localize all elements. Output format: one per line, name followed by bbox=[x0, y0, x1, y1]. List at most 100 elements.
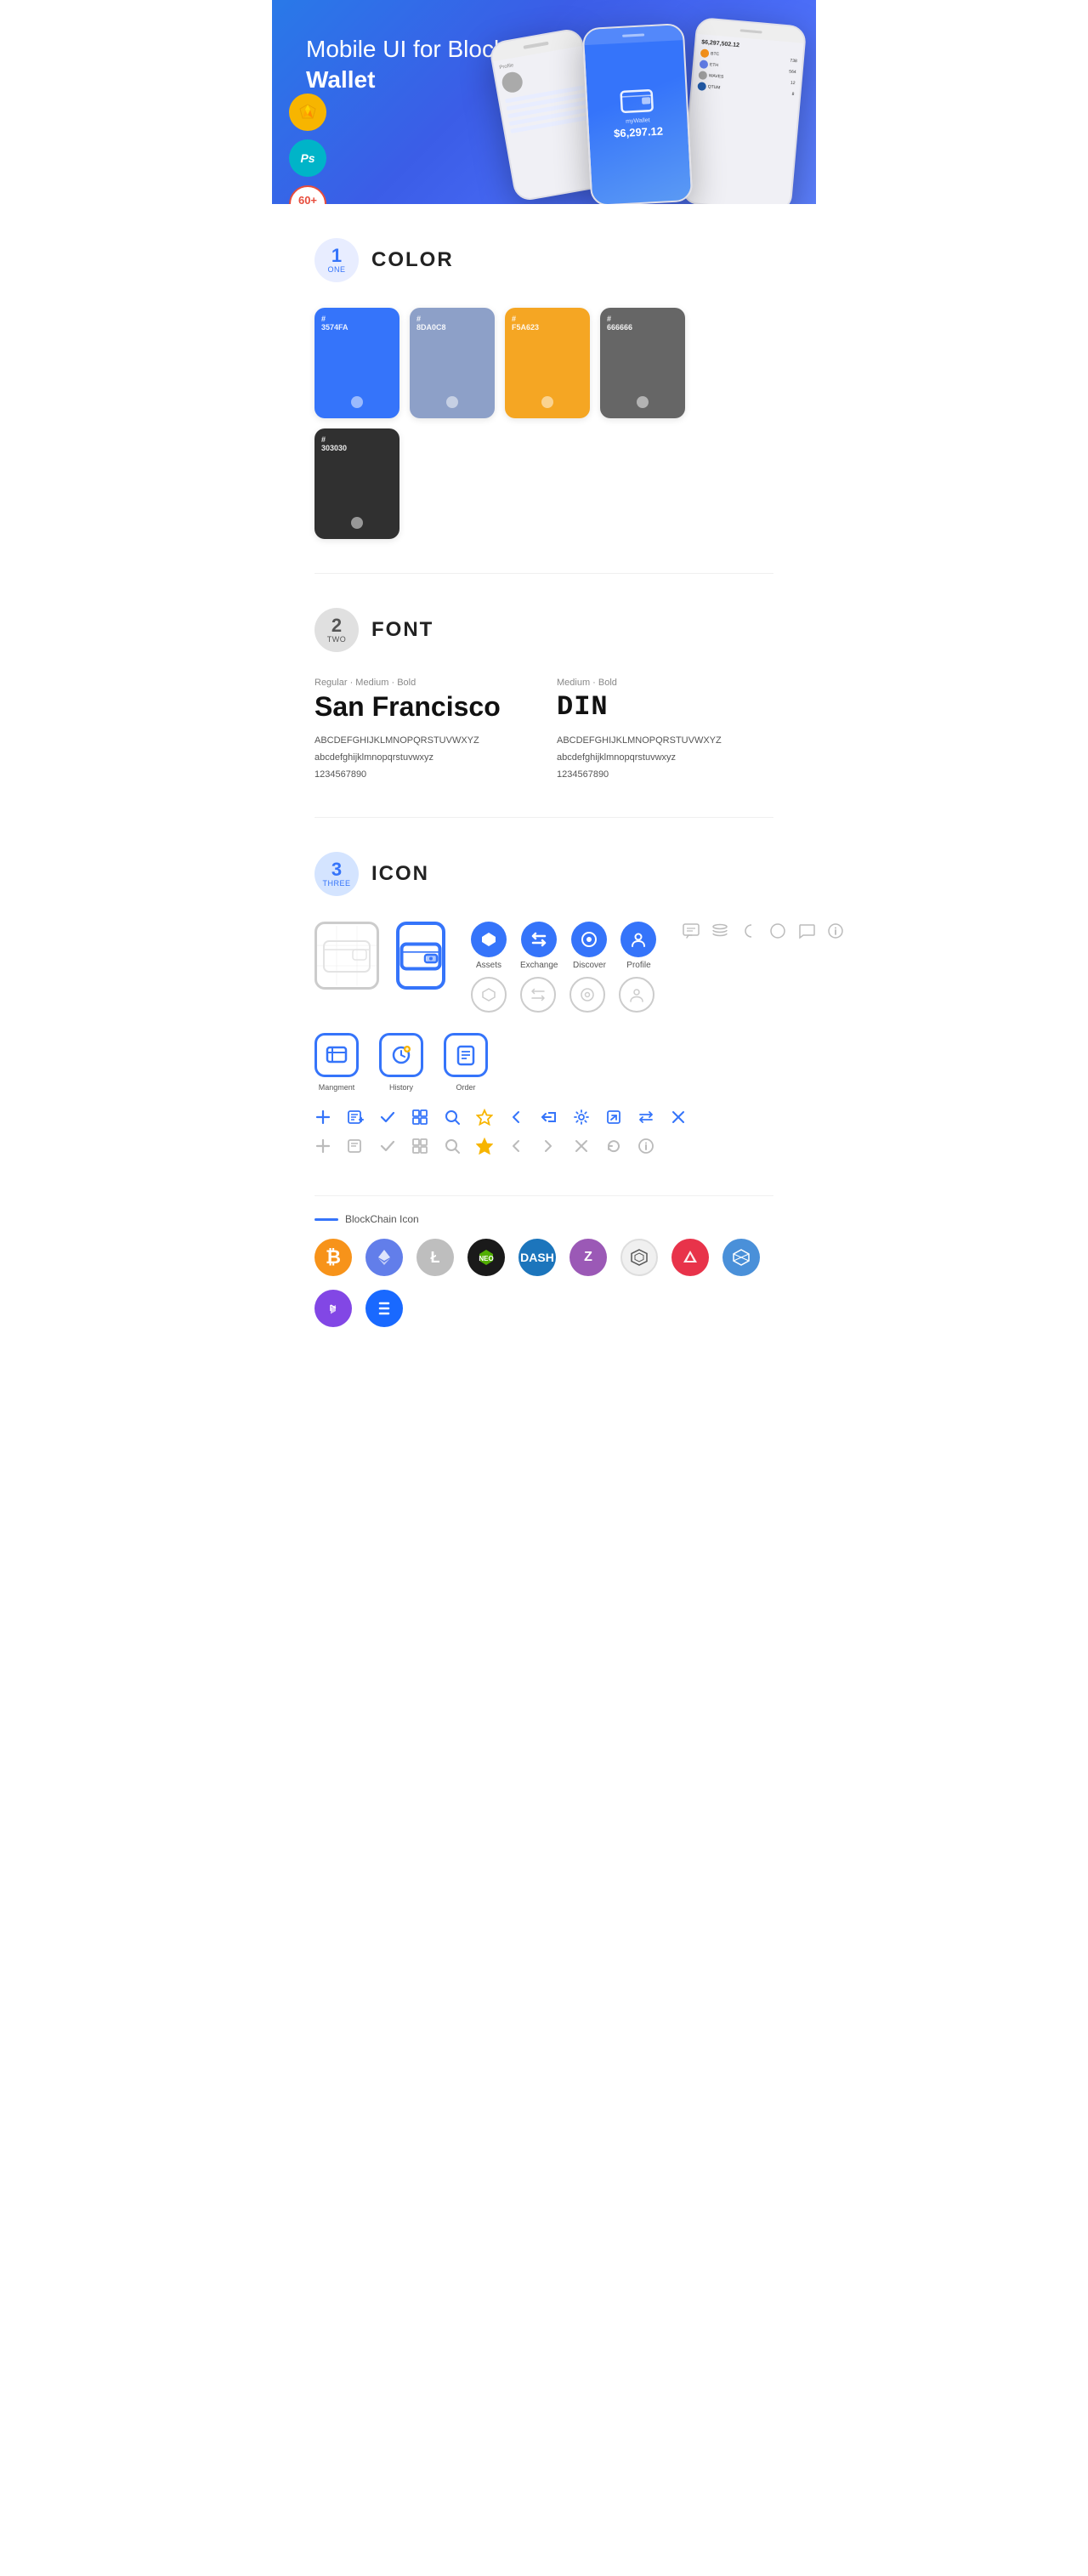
wallet-icon-blue bbox=[396, 922, 445, 990]
screens-badge: 60+ Screens bbox=[289, 185, 326, 204]
crypto-ftm bbox=[366, 1290, 403, 1327]
phone-mockup-2: myWallet $6,297.12 bbox=[582, 23, 694, 204]
swatch-orange: #F5A623 bbox=[505, 308, 590, 418]
hero-section: Mobile UI for Blockchain Wallet UI Kit P… bbox=[272, 0, 816, 204]
font-sf-uppercase: ABCDEFGHIJKLMNOPQRSTUVWXYZ bbox=[314, 733, 531, 750]
font-section-title: FONT bbox=[371, 618, 434, 642]
close-icon bbox=[670, 1109, 687, 1126]
search-icon-gray bbox=[444, 1138, 461, 1155]
font-din: Medium · Bold DIN ABCDEFGHIJKLMNOPQRSTUV… bbox=[557, 678, 774, 783]
tools-row-1 bbox=[314, 1109, 774, 1126]
font-sf-name: San Francisco bbox=[314, 691, 531, 723]
crypto-dash: DASH bbox=[518, 1239, 556, 1276]
swatch-gray-blue: #8DA0C8 bbox=[410, 308, 495, 418]
moon-icon bbox=[740, 922, 758, 940]
blockchain-label: BlockChain Icon bbox=[314, 1213, 774, 1225]
wallet-icon-outline bbox=[314, 922, 379, 990]
ps-badge: Ps bbox=[289, 139, 326, 177]
check-icon bbox=[379, 1109, 396, 1126]
misc-icons-col bbox=[682, 922, 845, 940]
blockchain-label-text: BlockChain Icon bbox=[345, 1213, 419, 1225]
nav-icon-discover: Discover bbox=[571, 922, 607, 970]
font-sf: Regular · Medium · Bold San Francisco AB… bbox=[314, 678, 531, 783]
info-icon bbox=[826, 922, 845, 940]
close-x-gray bbox=[573, 1138, 590, 1155]
refresh-icon-gray bbox=[605, 1138, 622, 1155]
phones-container: Profile bbox=[476, 26, 816, 204]
icon-section: 3 THREE ICON bbox=[272, 818, 816, 1195]
crypto-eth bbox=[366, 1239, 403, 1276]
swatch-dark: #303030 bbox=[314, 428, 400, 539]
search-icon bbox=[444, 1109, 461, 1126]
font-din-name: DIN bbox=[557, 691, 774, 723]
icon-section-title: ICON bbox=[371, 862, 429, 886]
nav-icon-assets-outline bbox=[471, 977, 507, 1013]
export-icon bbox=[605, 1109, 622, 1126]
nav-icon-exchange: Exchange bbox=[520, 922, 558, 970]
font-grid: Regular · Medium · Bold San Francisco AB… bbox=[314, 678, 774, 783]
crypto-zen: Z bbox=[570, 1239, 607, 1276]
section-number-3: 3 THREE bbox=[314, 852, 359, 896]
stack-icon bbox=[711, 922, 729, 940]
nav-icon-profile: Profile bbox=[620, 922, 656, 970]
info-circle-gray bbox=[638, 1138, 654, 1155]
font-din-numbers: 1234567890 bbox=[557, 767, 774, 784]
star-icon-yellow bbox=[476, 1109, 493, 1126]
font-section: 2 TWO FONT Regular · Medium · Bold San F… bbox=[272, 574, 816, 817]
tools-icons-section bbox=[314, 1109, 774, 1155]
font-din-style: Medium · Bold bbox=[557, 678, 774, 688]
swap-icon bbox=[638, 1109, 654, 1126]
color-section-title: COLOR bbox=[371, 248, 454, 272]
icon-main-row: Assets Exchange bbox=[314, 922, 774, 1013]
share-icon bbox=[541, 1109, 558, 1126]
color-section: 1 ONE COLOR #3574FA #8DA0C8 #F5A623 #666… bbox=[272, 204, 816, 573]
section-number-2: 2 TWO bbox=[314, 608, 359, 652]
crypto-btc: ₿ bbox=[314, 1239, 352, 1276]
crypto-matic bbox=[314, 1290, 352, 1327]
app-icon-row: Mangment History bbox=[314, 1033, 774, 1092]
plus-icon bbox=[314, 1109, 332, 1126]
grid-icon-gray bbox=[411, 1138, 428, 1155]
font-din-uppercase: ABCDEFGHIJKLMNOPQRSTUVWXYZ bbox=[557, 733, 774, 750]
nav-icon-assets: Assets bbox=[471, 922, 507, 970]
blockchain-line bbox=[314, 1218, 338, 1221]
font-din-lowercase: abcdefghijklmnopqrstuvwxyz bbox=[557, 750, 774, 767]
icon-section-header: 3 THREE ICON bbox=[314, 852, 774, 896]
list-add-icon bbox=[347, 1109, 364, 1126]
blockchain-section: BlockChain Icon ₿ Ł NEO DASH Z bbox=[272, 1196, 816, 1361]
crypto-icons-row: ₿ Ł NEO DASH Z bbox=[314, 1239, 774, 1327]
plus-icon-gray bbox=[314, 1138, 332, 1155]
tools-row-2 bbox=[314, 1138, 774, 1155]
phone-mockup-3: $6,297,502.12 BTC 738 ETH bbox=[681, 17, 808, 204]
crypto-ltc: Ł bbox=[416, 1239, 454, 1276]
check-icon-gray bbox=[379, 1138, 396, 1155]
nav-icon-profile-outline bbox=[619, 977, 654, 1013]
color-swatches: #3574FA #8DA0C8 #F5A623 #666666 #303030 bbox=[314, 308, 774, 539]
star-icon-orange bbox=[476, 1138, 493, 1155]
crypto-neo: NEO bbox=[468, 1239, 505, 1276]
sketch-badge bbox=[289, 94, 326, 131]
crypto-strat bbox=[722, 1239, 760, 1276]
swatch-gray: #666666 bbox=[600, 308, 685, 418]
chat-icon bbox=[682, 922, 700, 940]
back-icon-gray bbox=[508, 1138, 525, 1155]
settings-icon bbox=[573, 1109, 590, 1126]
circle-icon bbox=[768, 922, 787, 940]
app-icon-management: Mangment bbox=[314, 1033, 359, 1092]
nav-icon-exchange-outline bbox=[520, 977, 556, 1013]
speech-icon bbox=[797, 922, 816, 940]
list-icon-gray bbox=[347, 1138, 364, 1155]
hero-badges: Ps 60+ Screens bbox=[289, 94, 326, 204]
nav-icon-group: Assets Exchange bbox=[471, 922, 656, 1013]
swatch-blue: #3574FA bbox=[314, 308, 400, 418]
back-icon bbox=[508, 1109, 525, 1126]
nav-icon-discover-outline bbox=[570, 977, 605, 1013]
grid-icon bbox=[411, 1109, 428, 1126]
font-sf-numbers: 1234567890 bbox=[314, 767, 531, 784]
font-sf-lowercase: abcdefghijklmnopqrstuvwxyz bbox=[314, 750, 531, 767]
svg-text:NEO: NEO bbox=[479, 1255, 493, 1262]
crypto-ark bbox=[672, 1239, 709, 1276]
font-section-header: 2 TWO FONT bbox=[314, 608, 774, 652]
section-number-1: 1 ONE bbox=[314, 238, 359, 282]
forward-icon-gray bbox=[541, 1138, 558, 1155]
